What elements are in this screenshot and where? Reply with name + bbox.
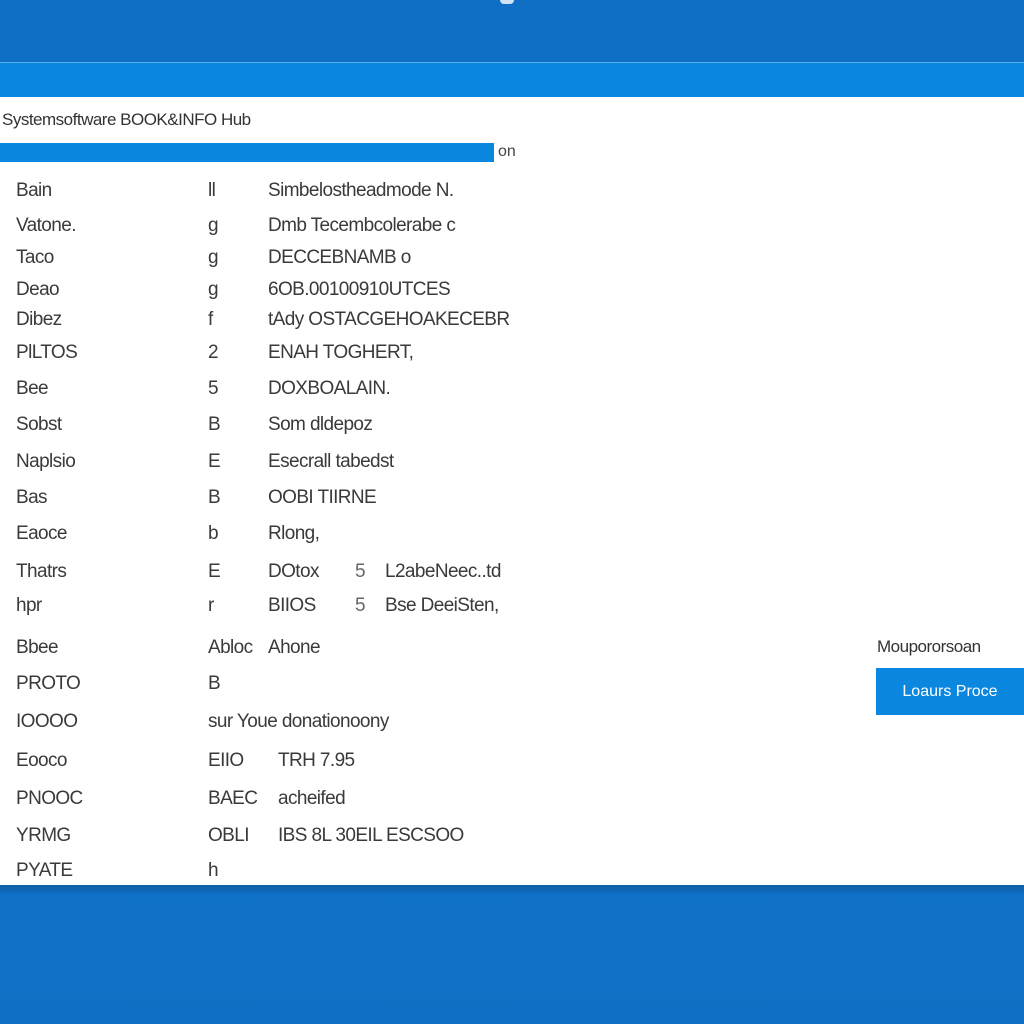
progress-label: on bbox=[498, 143, 516, 160]
row-value: Som dldepoz bbox=[268, 414, 373, 435]
row-value: OOBI TIIRNE bbox=[268, 487, 377, 508]
side-label: Moupororsoan bbox=[877, 637, 981, 656]
list-item: PlLTOS 2 ENAH TOGHERT, bbox=[0, 342, 640, 372]
list-item: YRMG OBLI IBS 8L 30EIL ESCSOO bbox=[0, 825, 640, 855]
top-indicator bbox=[500, 0, 514, 4]
top-strip bbox=[0, 0, 1024, 62]
list-item: Eooco EIIO TRH 7.95 bbox=[0, 750, 640, 780]
list-item: PYATE h bbox=[0, 860, 640, 890]
list-item: Bee 5 DOXBOALAIN. bbox=[0, 378, 640, 408]
row-label: Vatone. bbox=[16, 215, 76, 236]
row-label: IOOOO bbox=[16, 711, 78, 732]
row-label: YRMG bbox=[16, 825, 71, 846]
list-item: PNOOC BAEC acheifed bbox=[0, 788, 640, 818]
row-label: Bas bbox=[16, 487, 48, 508]
list-item: Deao g 6OB.00100910UTCES bbox=[0, 279, 640, 309]
row-value: DOXBOALAIN. bbox=[268, 378, 391, 399]
list-item: Eaoce b Rlong, bbox=[0, 523, 640, 553]
row-label: Dibez bbox=[16, 309, 62, 330]
row-mid: B bbox=[208, 414, 221, 435]
row-mid: EIIO bbox=[208, 750, 244, 771]
list-item: PROTO B bbox=[0, 673, 640, 703]
progress-fill bbox=[0, 143, 494, 162]
page-title: Systemsoftware BOOK&INFO Hub bbox=[2, 110, 251, 129]
row-mid: h bbox=[208, 860, 219, 881]
row-mid: BAEC bbox=[208, 788, 258, 809]
list-item: Naplsio E Esecrall tabedst bbox=[0, 451, 640, 481]
header-bar bbox=[0, 62, 1024, 98]
row-mid: B bbox=[208, 673, 221, 694]
row-extra-index: 5 bbox=[355, 561, 366, 582]
row-value: acheifed bbox=[278, 788, 346, 809]
row-label: PROTO bbox=[16, 673, 81, 694]
row-label: Bbee bbox=[16, 637, 59, 658]
row-label: PYATE bbox=[16, 860, 73, 881]
row-mid: r bbox=[208, 595, 214, 616]
row-mid: f bbox=[208, 309, 213, 330]
row-label: Sobst bbox=[16, 414, 62, 435]
row-label: hpr bbox=[16, 595, 42, 616]
row-label: PNOOC bbox=[16, 788, 83, 809]
list-item: Taco g DECCEBNAMB o bbox=[0, 247, 640, 277]
row-mid: 2 bbox=[208, 342, 219, 363]
row-label: PlLTOS bbox=[16, 342, 78, 363]
row-label: Naplsio bbox=[16, 451, 76, 472]
row-value: Ahone bbox=[268, 637, 321, 658]
row-value: DECCEBNAMB o bbox=[268, 247, 411, 268]
list-item: Thatrs E DOtox 5 L2abeNeec..td bbox=[0, 561, 640, 591]
row-label: Taco bbox=[16, 247, 54, 268]
row-mid: Abloc bbox=[208, 637, 253, 658]
row-value: BIIOS bbox=[268, 595, 316, 616]
row-mid: g bbox=[208, 215, 219, 236]
row-value: Esecrall tabedst bbox=[268, 451, 394, 472]
row-label: Bain bbox=[16, 180, 52, 201]
row-extra-index: 5 bbox=[355, 595, 366, 616]
list-item: Vatone. g Dmb Tecembcolerabe c bbox=[0, 215, 640, 245]
row-value: Dmb Tecembcolerabe c bbox=[268, 215, 456, 236]
list-item: hpr r BIIOS 5 Bse DeeiSten, bbox=[0, 595, 640, 625]
row-value: IBS 8L 30EIL ESCSOO bbox=[278, 825, 464, 846]
progress-bar bbox=[0, 143, 494, 162]
list-item: Dibez f tAdy OSTACGEHOAKECEBR bbox=[0, 309, 640, 339]
row-value: TRH 7.95 bbox=[278, 750, 355, 771]
row-extra-value: L2abeNeec..td bbox=[385, 561, 501, 582]
row-mid: sur Youe donationoony bbox=[208, 711, 389, 732]
list-item: IOOOO sur Youe donationoony bbox=[0, 711, 640, 741]
row-value: ENAH TOGHERT, bbox=[268, 342, 414, 363]
list-item: Sobst B Som dldepoz bbox=[0, 414, 640, 444]
row-label: Eaoce bbox=[16, 523, 67, 544]
row-value: DOtox bbox=[268, 561, 319, 582]
row-mid: B bbox=[208, 487, 221, 508]
row-mid: ll bbox=[208, 180, 216, 201]
row-mid: 5 bbox=[208, 378, 219, 399]
row-extra-value: Bse DeeiSten, bbox=[385, 595, 499, 616]
row-label: Bee bbox=[16, 378, 49, 399]
row-value: Simbelostheadmode N. bbox=[268, 180, 454, 201]
row-label: Thatrs bbox=[16, 561, 67, 582]
row-value: tAdy OSTACGEHOAKECEBR bbox=[268, 309, 510, 330]
list-item: Bas B OOBI TIIRNE bbox=[0, 487, 640, 517]
row-value: 6OB.00100910UTCES bbox=[268, 279, 451, 300]
row-mid: E bbox=[208, 451, 221, 472]
row-mid: OBLI bbox=[208, 825, 250, 846]
list-item: Bain ll Simbelostheadmode N. bbox=[0, 180, 640, 210]
row-mid: g bbox=[208, 279, 219, 300]
row-label: Eooco bbox=[16, 750, 67, 771]
row-mid: E bbox=[208, 561, 221, 582]
row-mid: g bbox=[208, 247, 219, 268]
row-label: Deao bbox=[16, 279, 60, 300]
list-item: Bbee Abloc Ahone bbox=[0, 637, 640, 667]
side-action-button[interactable]: Loaurs Proce bbox=[876, 668, 1024, 715]
row-mid: b bbox=[208, 523, 219, 544]
row-value: Rlong, bbox=[268, 523, 320, 544]
